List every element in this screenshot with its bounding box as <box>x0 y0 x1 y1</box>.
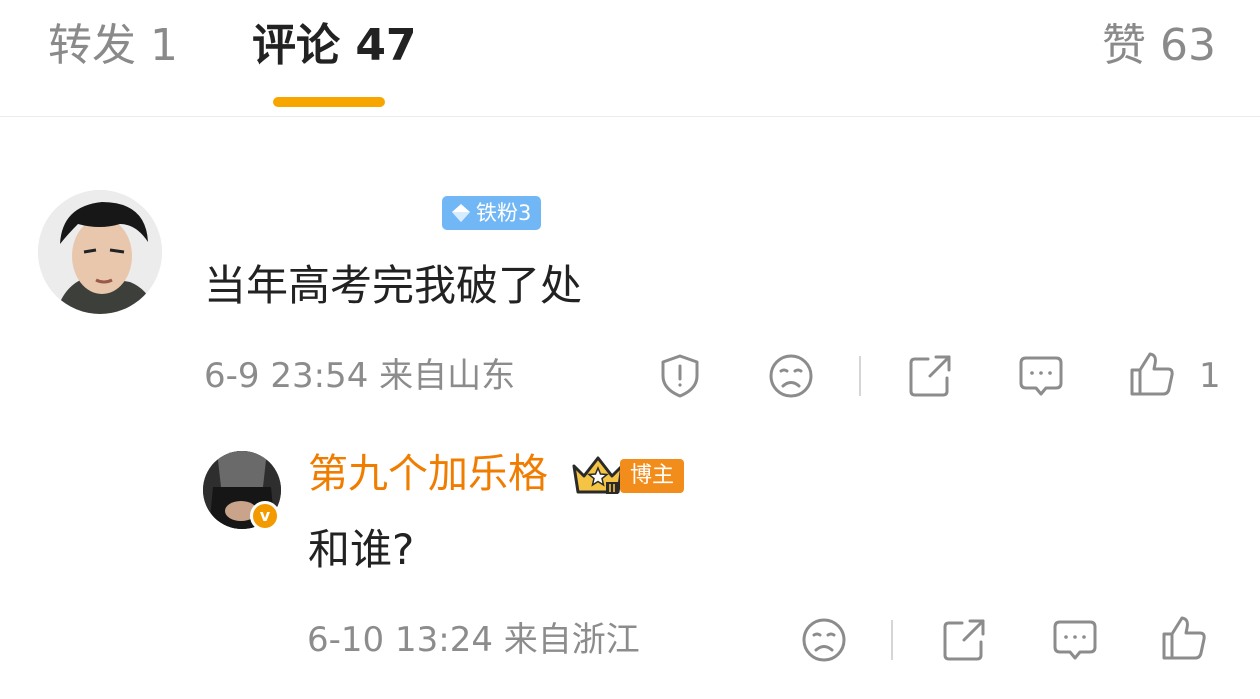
action-divider <box>859 356 861 396</box>
reply-icon <box>1053 620 1097 660</box>
like-icon <box>1162 616 1206 660</box>
reply-reply-button[interactable] <box>1051 616 1099 664</box>
share-button[interactable] <box>906 352 954 400</box>
fan-level-badge: 铁粉3 <box>442 196 542 230</box>
reply-text: 和谁? <box>308 525 415 574</box>
like-icon <box>1130 352 1174 396</box>
dislike-icon <box>802 618 846 662</box>
diamond-icon <box>452 204 470 222</box>
active-tab-indicator <box>273 97 385 107</box>
report-icon <box>661 354 699 398</box>
commenter-avatar[interactable] <box>38 190 162 314</box>
tab-comments[interactable]: 评论 47 <box>252 18 417 74</box>
share-icon <box>909 355 951 397</box>
share-icon <box>943 619 985 661</box>
like-count: 1 <box>1199 356 1221 396</box>
verified-badge: v <box>250 501 280 531</box>
reply-dislike-button[interactable] <box>800 616 848 664</box>
blogger-badge: 博主 <box>620 459 685 493</box>
reply-icon <box>1019 356 1063 396</box>
dislike-button[interactable] <box>767 352 815 400</box>
reply-meta: 6-10 13:24 来自浙江 <box>307 620 640 660</box>
reply-like-button[interactable] <box>1160 614 1208 662</box>
reply-action-divider <box>891 620 893 660</box>
reply-button[interactable] <box>1017 352 1065 400</box>
like-button[interactable] <box>1128 350 1176 398</box>
tab-likes[interactable]: 赞 63 <box>1102 18 1216 74</box>
dislike-icon <box>769 354 813 398</box>
tab-bar: 转发 1 评论 47 赞 63 <box>0 0 1260 117</box>
crown-icon <box>572 456 624 494</box>
tab-reposts[interactable]: 转发 1 <box>48 18 178 74</box>
report-button[interactable] <box>656 352 704 400</box>
reply-author-name[interactable]: 第九个加乐格 <box>308 447 548 501</box>
reply-share-button[interactable] <box>940 616 988 664</box>
comment-text: 当年高考完我破了处 <box>204 261 583 310</box>
comment-meta: 6-9 23:54 来自山东 <box>204 356 516 396</box>
fan-badge-label: 铁粉3 <box>476 201 532 225</box>
